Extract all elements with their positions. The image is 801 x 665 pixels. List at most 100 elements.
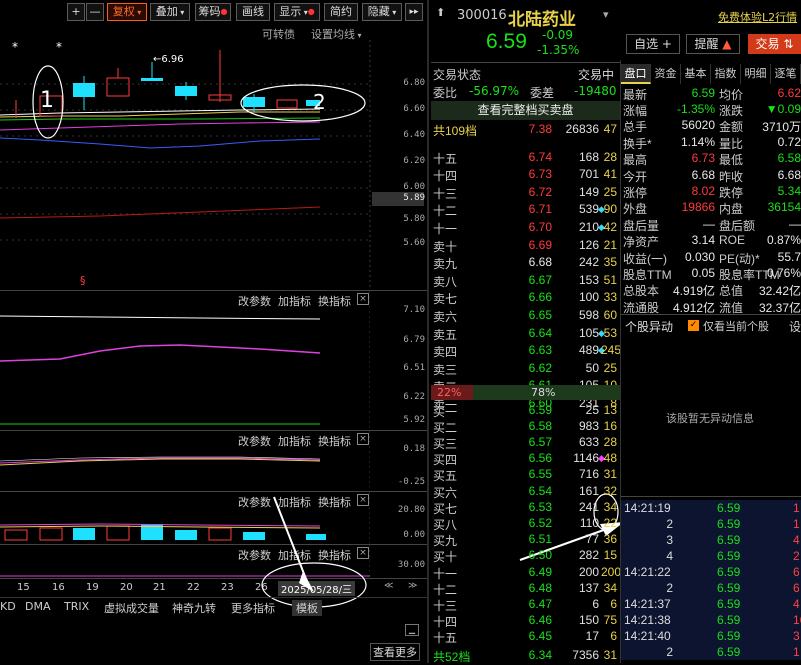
zixuan-button[interactable]: 自选 + [626, 34, 680, 54]
bid-volume: 150 [578, 613, 599, 627]
ask-row[interactable]: 十三 6.72 149 25 [431, 184, 621, 202]
ask-row[interactable]: 卖四 6.63 489 ◆ 245 [431, 342, 621, 360]
yidong-title: 个股异动 [625, 320, 674, 334]
bid-price: 6.59 [528, 403, 552, 417]
ask-row[interactable]: 十五 6.74 168 28 [431, 149, 621, 167]
bid-price: 6.45 [528, 629, 552, 643]
tick-price: 6.59 [717, 597, 741, 611]
quote-key: 总手 [623, 120, 648, 134]
ask-row[interactable]: 卖十 6.69 126 21 [431, 237, 621, 255]
tab-zhubi[interactable]: 逐笔 [771, 64, 801, 84]
tick-time: 14:21:37 [624, 597, 671, 611]
tick-row: 14:21:19 6.59 1 [621, 500, 801, 516]
bid-count: 75 [603, 613, 617, 627]
bid-price: 6.49 [528, 565, 552, 579]
tab-template[interactable]: 模板 [292, 600, 322, 616]
bid-row[interactable]: 买五 6.55 716 31 [431, 466, 621, 484]
only-current-checkbox[interactable]: ✓ [688, 320, 699, 331]
ask-row[interactable]: 卖八 6.67 153 51 [431, 272, 621, 290]
free-l2-link[interactable]: 免费体验L2行情 [718, 9, 797, 25]
bid-count: 22 [603, 516, 617, 530]
ask-level: 卖五 [433, 328, 458, 342]
jiaoyi-button[interactable]: 交易 ⇅ [748, 34, 801, 54]
tick-row: 14:21:40 6.59 3 [621, 628, 801, 644]
ask-row[interactable]: 十二 6.71 539 ◆ 90 [431, 201, 621, 219]
ask-price: 6.68 [528, 255, 552, 269]
ask-level: 卖九 [433, 257, 458, 271]
quote-value: 0.030 [684, 250, 715, 264]
ask-row[interactable]: 十四 6.73 701 41 [431, 166, 621, 184]
ask-row[interactable]: 十一 6.70 210 ◆ 42 [431, 219, 621, 237]
ask-row[interactable]: 卖五 6.64 105 ◆ 53 [431, 325, 621, 343]
tick-time: 14:21:38 [624, 613, 671, 627]
ask-count: 245 [601, 343, 622, 357]
quote-key: 昨收 [719, 170, 744, 184]
ask-level: 十一 [433, 222, 458, 236]
bid-volume: 161 [578, 484, 599, 498]
quote-key: 换手* [623, 137, 652, 151]
ask-row[interactable]: 卖六 6.65 598 60 [431, 307, 621, 325]
stock-dropdown-icon[interactable]: ▾ [603, 8, 609, 21]
quote-value: 6.59 [691, 86, 715, 100]
full-book-link[interactable]: 查看完整档买卖盘 [431, 101, 620, 120]
bid-row[interactable]: 十五 6.45 17 6 [431, 628, 621, 646]
ask-row[interactable]: 卖三 6.62 50 25 [431, 360, 621, 378]
collapse-icon[interactable]: ▁ [405, 624, 419, 636]
quote-value: 0.05 [691, 266, 715, 280]
tick-volume: 6 [793, 581, 800, 595]
bid-count: 36 [603, 532, 617, 546]
tab-mingxi[interactable]: 明细 [741, 64, 771, 84]
ask-row[interactable]: 卖七 6.66 100 33 [431, 289, 621, 307]
tab-trix[interactable]: TRIX [64, 600, 89, 613]
bid-level: 买五 [433, 469, 458, 483]
tab-pankou[interactable]: 盘口 [621, 64, 651, 84]
yidong-settings[interactable]: 设 [789, 318, 801, 335]
ask-count: 35 [603, 255, 617, 269]
tab-jiben[interactable]: 基本 [681, 64, 711, 84]
ask-count: 21 [603, 238, 617, 252]
bid-price: 6.58 [528, 419, 552, 433]
quote-row: 涨停 8.02 跌停 5.34 [623, 184, 801, 201]
quote-key: 内盘 [719, 202, 744, 216]
ask-volume: 489 [578, 343, 599, 357]
quote-value: 0.87% [766, 233, 801, 247]
tick-volume: 1 [793, 645, 800, 659]
bottom-tabbar: KD DMA TRIX 虚拟成交量 神奇九转 更多指标 模板 [0, 597, 427, 616]
ask-level: 卖三 [433, 363, 458, 377]
bid-volume: 137 [578, 581, 599, 595]
ask-count: 25 [603, 361, 617, 375]
deal-status-label: 交易状态 [433, 68, 482, 82]
bid-row[interactable]: 买十 6.50 282 15 [431, 547, 621, 565]
tick-row: 2 6.59 6 [621, 580, 801, 596]
tab-dma[interactable]: DMA [25, 600, 51, 613]
quote-value: — [789, 217, 801, 231]
ask-count: 51 [603, 273, 617, 287]
quote-key: 金额 [719, 120, 744, 134]
bid-price: 6.52 [528, 516, 552, 530]
ask-level: 卖六 [433, 310, 458, 324]
last-price: 6.59 [486, 30, 527, 53]
quote-key: 量比 [719, 137, 744, 151]
top-depth-vol: 26836 [565, 122, 599, 136]
tab-zijin[interactable]: 资金 [651, 64, 681, 84]
tab-kd[interactable]: KD [0, 600, 16, 613]
tick-row: 2 6.59 1 [621, 644, 801, 660]
tab-zhishu[interactable]: 指数 [711, 64, 741, 84]
bid-count: 48 [603, 451, 617, 465]
yidong-empty-msg: 该股暂无异动信息 [666, 412, 754, 425]
tab-xuni-volume[interactable]: 虚拟成交量 [104, 600, 159, 616]
tab-shenqi-jiuzhuan[interactable]: 神奇九转 [172, 600, 216, 616]
bid-volume: 1146 [573, 451, 599, 465]
quote-value: 0.76% [766, 266, 801, 280]
ask-count: 25 [603, 185, 617, 199]
quote-value: 1.14% [680, 135, 715, 149]
view-more-button[interactable]: 查看更多 [370, 643, 420, 661]
prev-stock-icon[interactable]: ⬆ [436, 6, 445, 19]
quote-value: 55.7 [777, 250, 801, 264]
bid-volume: 77 [585, 532, 599, 546]
tixing-button[interactable]: 提醒 ▲ [686, 34, 740, 54]
ask-row[interactable]: 卖九 6.68 242 35 [431, 254, 621, 272]
tick-volume: 2 [793, 549, 800, 563]
tab-more-indicators[interactable]: 更多指标 [231, 600, 275, 616]
bid-level: 买十 [433, 550, 458, 564]
